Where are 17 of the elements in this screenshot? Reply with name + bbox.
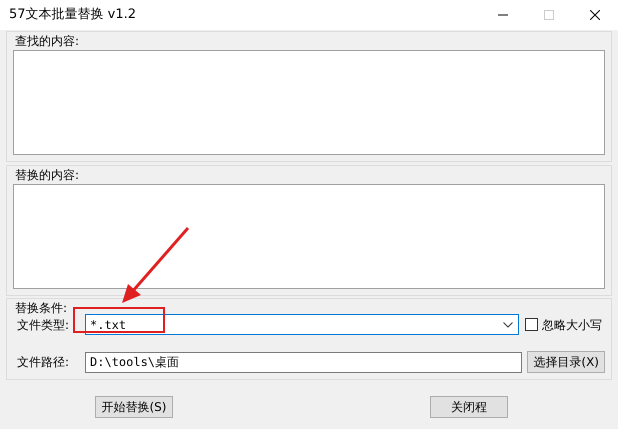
group-label: 替换的内容:	[15, 169, 80, 181]
start-replace-button[interactable]: 开始替换(S)	[95, 396, 173, 418]
window-title: 57文本批量替换 v1.2	[9, 6, 138, 24]
close-icon[interactable]	[590, 10, 600, 20]
group-label: 查找的内容:	[15, 35, 80, 47]
maximize-icon[interactable]	[544, 10, 554, 20]
field-label: 文件类型:	[16, 316, 70, 334]
browse-button[interactable]: 选择目录(X)	[527, 351, 605, 373]
field-label: 文件路径:	[16, 354, 70, 371]
group-label: 替换条件:	[15, 302, 68, 314]
path-field[interactable]: D:\tools\桌面	[85, 352, 522, 372]
text-area[interactable]	[13, 50, 605, 155]
file-type-dropdown[interactable]: *.txt	[85, 314, 519, 335]
ignore-case-checkbox[interactable]: 忽略大小写	[525, 316, 605, 334]
close-program-button[interactable]: 关闭程	[430, 396, 508, 418]
chevron-down-icon	[503, 322, 513, 328]
text-area[interactable]	[13, 184, 605, 289]
